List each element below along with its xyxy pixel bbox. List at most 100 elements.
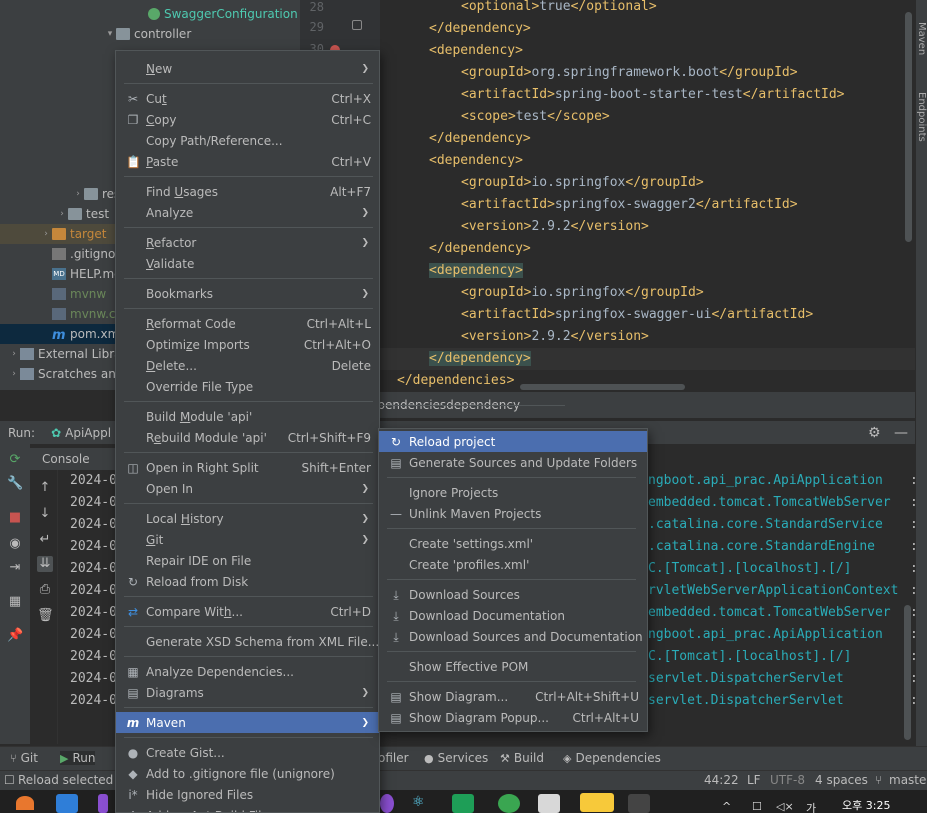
rerun-icon[interactable]: ⟳ bbox=[7, 452, 23, 468]
menu-item-generate-sources-and-update-folders[interactable]: ▤ Generate Sources and Update Folders bbox=[379, 452, 647, 473]
taskbar-app-icon[interactable] bbox=[380, 794, 394, 813]
menu-item-analyze-dependencies[interactable]: ▦ Analyze Dependencies... bbox=[116, 661, 379, 682]
menu-item-rebuild-module-api[interactable]: Rebuild Module 'api' Ctrl+Shift+F9 bbox=[116, 427, 379, 448]
log-source[interactable]: rvletWebServerApplicationContext bbox=[648, 580, 898, 602]
react-icon[interactable]: ⚛ bbox=[412, 794, 434, 813]
code-line[interactable]: <version>2.9.2</version> bbox=[461, 216, 649, 238]
tree-node[interactable]: › Scratches an bbox=[8, 364, 116, 384]
taskbar-app-icon[interactable] bbox=[498, 794, 520, 813]
tab-console[interactable]: Console bbox=[42, 452, 90, 466]
menu-item-paste[interactable]: 📋 Paste Ctrl+V bbox=[116, 151, 379, 172]
log-source[interactable]: ngboot.api_prac.ApiApplication bbox=[648, 624, 883, 646]
camera-icon[interactable]: ◉ bbox=[7, 536, 23, 552]
trash-icon[interactable]: 🗑 bbox=[37, 608, 54, 624]
taskbar-app-icon[interactable] bbox=[452, 794, 474, 813]
code-line[interactable]: </dependency> bbox=[429, 18, 531, 40]
log-source[interactable]: C.[Tomcat].[localhost].[/] bbox=[648, 646, 852, 668]
scroll-to-end-icon[interactable]: ⇊ bbox=[37, 556, 53, 572]
taskbar-app-icon[interactable] bbox=[16, 796, 34, 810]
git-branch[interactable]: master bbox=[889, 773, 927, 787]
code-line[interactable]: <groupId>io.springfox</groupId> bbox=[461, 282, 704, 304]
log-source[interactable]: servlet.DispatcherServlet bbox=[648, 690, 844, 712]
menu-item-validate[interactable]: Validate bbox=[116, 253, 379, 274]
menu-item-git[interactable]: Git ❯ bbox=[116, 529, 379, 550]
pin-icon[interactable]: 📌 bbox=[7, 628, 23, 644]
ime-icon[interactable]: 가 bbox=[806, 800, 816, 813]
tray-chevron-icon[interactable]: ^ bbox=[722, 800, 731, 813]
menu-item-override-file-type[interactable]: Override File Type bbox=[116, 376, 379, 397]
kakaotalk-icon[interactable] bbox=[580, 793, 614, 812]
network-icon[interactable]: ☐ bbox=[752, 800, 762, 813]
layout-icon[interactable]: ▦ bbox=[7, 594, 23, 610]
tree-expand-chevron-icon[interactable]: › bbox=[8, 369, 20, 379]
menu-item-refactor[interactable]: Refactor ❯ bbox=[116, 232, 379, 253]
menu-item-cut[interactable]: ✂ Cut Ctrl+X bbox=[116, 88, 379, 109]
menu-item-diagrams[interactable]: ▤ Diagrams ❯ bbox=[116, 682, 379, 703]
taskbar-app-icon[interactable] bbox=[628, 794, 650, 813]
fold-marker-icon[interactable] bbox=[352, 20, 362, 30]
taskbar-app-icon[interactable] bbox=[538, 794, 560, 813]
menu-item-find-usages[interactable]: Find Usages Alt+F7 bbox=[116, 181, 379, 202]
tree-expand-chevron-icon[interactable]: ▾ bbox=[104, 29, 116, 39]
code-line[interactable]: <scope>test</scope> bbox=[461, 106, 610, 128]
tree-node[interactable]: ▾ controller bbox=[104, 24, 192, 44]
taskbar-clock[interactable]: 오후 3:25 bbox=[842, 797, 890, 813]
code-line[interactable]: </dependency> bbox=[429, 238, 531, 260]
code-line[interactable]: <artifactId>springfox-swagger2</artifact… bbox=[461, 194, 798, 216]
menu-item-show-diagram[interactable]: ▤ Show Diagram... Ctrl+Alt+Shift+U bbox=[379, 686, 647, 707]
menu-item-show-effective-pom[interactable]: Show Effective POM bbox=[379, 656, 647, 677]
menu-item-build-module-api[interactable]: Build Module 'api' bbox=[116, 406, 379, 427]
code-line[interactable]: <groupId>io.springfox</groupId> bbox=[461, 172, 704, 194]
log-source[interactable]: ngboot.api_prac.ApiApplication bbox=[648, 470, 883, 492]
menu-item-open-in[interactable]: Open In ❯ bbox=[116, 478, 379, 499]
menu-item-delete[interactable]: Delete... Delete bbox=[116, 355, 379, 376]
code-line[interactable]: <groupId>org.springframework.boot</group… bbox=[461, 62, 798, 84]
menu-item-optimize-imports[interactable]: Optimize Imports Ctrl+Alt+O bbox=[116, 334, 379, 355]
tree-node[interactable]: MD HELP.md bbox=[40, 264, 122, 284]
log-source[interactable]: C.[Tomcat].[localhost].[/] bbox=[648, 558, 852, 580]
menu-item-show-diagram-popup[interactable]: ▤ Show Diagram Popup... Ctrl+Alt+U bbox=[379, 707, 647, 728]
tree-node[interactable]: mvnw bbox=[40, 284, 106, 304]
login-icon[interactable]: ⇥ bbox=[7, 560, 23, 576]
tree-node[interactable]: › test bbox=[56, 204, 109, 224]
menu-item-new[interactable]: New ❯ bbox=[116, 58, 379, 79]
bottom-tab-run[interactable]: ▶ Run bbox=[60, 751, 96, 765]
print-icon[interactable]: ⎙ bbox=[37, 582, 53, 598]
menu-item-add-to-gitignore-file-unignore[interactable]: ◆ Add to .gitignore file (unignore) bbox=[116, 763, 379, 784]
menu-item-hide-ignored-files[interactable]: i* Hide Ignored Files bbox=[116, 784, 379, 805]
menu-item-open-in-right-split[interactable]: ◫ Open in Right Split Shift+Enter bbox=[116, 457, 379, 478]
minimize-icon[interactable]: — bbox=[894, 425, 908, 441]
menu-item-copy-path-reference[interactable]: Copy Path/Reference... bbox=[116, 130, 379, 151]
menu-item-download-sources[interactable]: ⤓ Download Sources bbox=[379, 584, 647, 605]
endpoints-tool-tab[interactable]: Endpoints bbox=[916, 92, 927, 142]
scroll-up-icon[interactable]: ↑ bbox=[37, 480, 53, 496]
bottom-tab-dependencies[interactable]: ◈ Dependencies bbox=[563, 751, 661, 765]
code-line[interactable]: <artifactId>spring-boot-starter-test</ar… bbox=[461, 84, 845, 106]
maven-tool-tab[interactable]: Maven bbox=[916, 22, 927, 55]
menu-item-ignore-projects[interactable]: Ignore Projects bbox=[379, 482, 647, 503]
code-editor[interactable]: <optional>true</optional> </dependency> <d… bbox=[380, 0, 915, 390]
soft-wrap-icon[interactable]: ↵ bbox=[37, 532, 53, 548]
stop-icon[interactable]: ■ bbox=[7, 510, 23, 526]
log-source[interactable]: embedded.tomcat.TomcatWebServer bbox=[648, 602, 891, 624]
menu-item-bookmarks[interactable]: Bookmarks ❯ bbox=[116, 283, 379, 304]
tree-node[interactable]: SwaggerConfiguration bbox=[136, 4, 298, 24]
log-source[interactable]: .catalina.core.StandardService bbox=[648, 514, 883, 536]
indent-setting[interactable]: 4 spaces bbox=[815, 773, 868, 787]
menu-item-reload-project[interactable]: ↻ Reload project bbox=[379, 431, 647, 452]
code-line[interactable]: <artifactId>springfox-swagger-ui</artifa… bbox=[461, 304, 813, 326]
menu-item-repair-ide-on-file[interactable]: Repair IDE on File bbox=[116, 550, 379, 571]
line-separator[interactable]: LF bbox=[747, 773, 761, 787]
scroll-down-icon[interactable]: ↓ bbox=[37, 506, 53, 522]
code-line[interactable]: </dependency> bbox=[429, 128, 531, 150]
menu-item-download-documentation[interactable]: ⤓ Download Documentation bbox=[379, 605, 647, 626]
caret-position[interactable]: 44:22 bbox=[704, 773, 739, 787]
code-line[interactable]: </dependencies> bbox=[397, 370, 514, 390]
bottom-tab-services[interactable]: ● Services bbox=[424, 751, 488, 765]
volume-icon[interactable]: ◁× bbox=[776, 800, 794, 813]
bottom-tab-git[interactable]: ⑂ Git bbox=[10, 751, 38, 765]
code-line[interactable]: <dependency> bbox=[429, 150, 523, 172]
code-line[interactable]: <dependency> bbox=[429, 40, 523, 62]
menu-item-copy[interactable]: ❐ Copy Ctrl+C bbox=[116, 109, 379, 130]
console-scrollbar[interactable] bbox=[904, 605, 911, 740]
